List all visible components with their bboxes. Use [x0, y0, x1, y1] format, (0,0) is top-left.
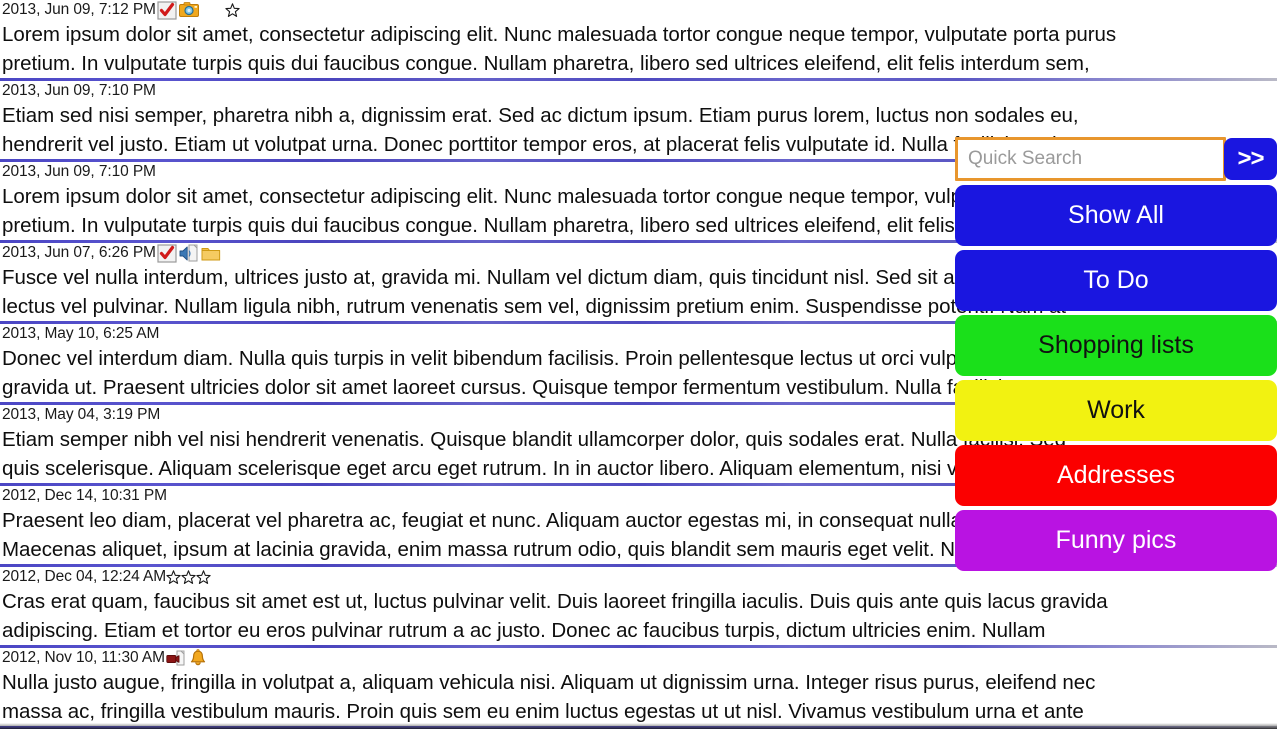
note-row[interactable]: 2012, Dec 04, 12:24 AM Cras erat quam, fa…: [0, 567, 1277, 648]
camera-icon: [178, 1, 199, 20]
star-icon: [166, 569, 181, 585]
search-input[interactable]: [955, 137, 1226, 181]
note-row[interactable]: 2012, Nov 10, 11:30 AM Nulla justo augue,…: [0, 648, 1277, 729]
category-button[interactable]: Work: [955, 380, 1277, 441]
video-icon: [166, 649, 186, 668]
search-submit-button[interactable]: >>: [1224, 138, 1277, 180]
note-date: 2012, Dec 04, 12:24 AM: [2, 568, 167, 585]
note-date: 2013, Jun 07, 6:26 PM: [2, 244, 156, 261]
notes-app-window: 2013, Jun 09, 7:12 PM Lorem ipsum dolor s…: [0, 0, 1277, 729]
category-button[interactable]: To Do: [955, 250, 1277, 311]
quick-search-and-category-panel: >> Show AllTo DoShopping listsWorkAddres…: [955, 137, 1277, 571]
category-button[interactable]: Addresses: [955, 445, 1277, 506]
category-button[interactable]: Shopping lists: [955, 315, 1277, 376]
note-preview-text: Lorem ipsum dolor sit amet, consectetur …: [0, 20, 1277, 78]
folder-icon: [201, 244, 221, 263]
category-button[interactable]: Show All: [955, 185, 1277, 246]
note-star-rating: [166, 569, 211, 585]
bell-icon: [188, 648, 208, 668]
note-attachment-icons: [157, 243, 221, 263]
star-icon: [225, 2, 240, 18]
note-attachment-icons: [157, 0, 199, 20]
note-date: 2013, Jun 09, 7:12 PM: [2, 1, 156, 18]
note-preview-line: Nulla justo augue, fringilla in volutpat…: [2, 671, 1096, 694]
star-icon: [196, 569, 211, 585]
note-preview-line: massa ac, fringilla vestibulum mauris. P…: [2, 700, 1084, 723]
note-preview-line: pretium. In vulputate turpis quis dui fa…: [2, 52, 1090, 75]
check-icon: [157, 243, 177, 263]
note-row[interactable]: 2013, Jun 09, 7:12 PM Lorem ipsum dolor s…: [0, 0, 1277, 81]
category-button[interactable]: Funny pics: [955, 510, 1277, 571]
note-preview-line: Etiam sed nisi semper, pharetra nibh a, …: [2, 104, 1079, 127]
note-preview-text: Nulla justo augue, fringilla in volutpat…: [0, 668, 1277, 726]
note-date: 2013, Jun 09, 7:10 PM: [2, 163, 156, 180]
note-preview-text: Cras erat quam, faucibus sit amet est ut…: [0, 587, 1277, 645]
note-date: 2013, May 04, 3:19 PM: [2, 406, 161, 423]
note-preview-line: adipiscing. Etiam et tortor eu eros pulv…: [2, 619, 1046, 642]
note-attachment-icons: [166, 648, 208, 668]
note-date: 2013, May 10, 6:25 AM: [2, 325, 160, 342]
note-date: 2012, Nov 10, 11:30 AM: [2, 649, 165, 666]
category-button-list: Show All To Do Shopping lists Work Addresses…: [955, 185, 1277, 571]
note-meta: 2013, Jun 09, 7:10 PM: [0, 81, 1277, 101]
note-star-rating: [199, 2, 240, 18]
note-meta: 2012, Nov 10, 11:30 AM: [0, 648, 1277, 668]
audio-icon: [179, 244, 199, 263]
note-preview-line: Lorem ipsum dolor sit amet, consectetur …: [2, 23, 1117, 46]
note-date: 2012, Dec 14, 10:31 PM: [2, 487, 167, 504]
note-preview-line: Cras erat quam, faucibus sit amet est ut…: [2, 590, 1108, 613]
quick-search-row: >>: [955, 137, 1277, 181]
note-date: 2013, Jun 09, 7:10 PM: [2, 82, 156, 99]
star-icon: [181, 569, 196, 585]
note-meta: 2013, Jun 09, 7:12 PM: [0, 0, 1277, 20]
check-icon: [157, 0, 177, 20]
